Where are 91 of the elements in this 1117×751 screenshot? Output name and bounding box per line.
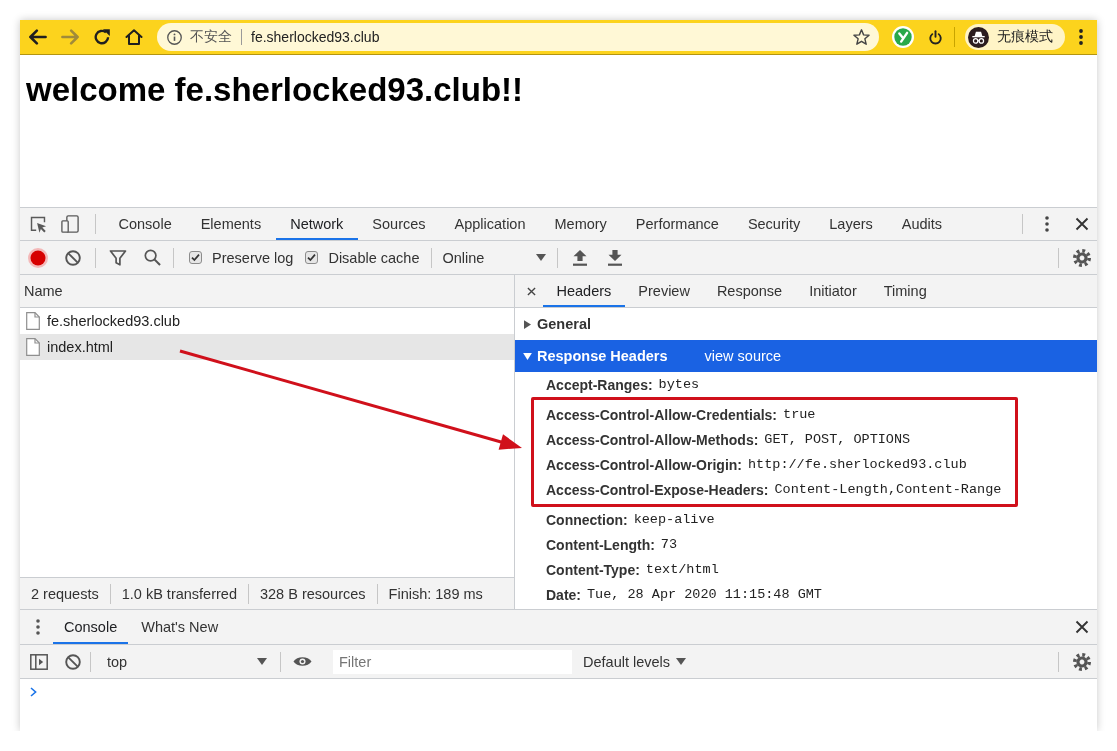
summary-text: 328 B resources (259, 585, 366, 602)
clear-icon[interactable] (65, 653, 81, 670)
detail-tab[interactable]: Preview (624, 275, 704, 307)
devtools-tab[interactable]: Performance (621, 208, 734, 240)
request-row[interactable]: fe.sherlocked93.club (20, 308, 514, 334)
close-icon[interactable] (1075, 620, 1089, 634)
incognito-profile-button[interactable]: 无痕模式 (965, 24, 1065, 50)
header-name: Access-Control-Expose-Headers: (546, 481, 769, 498)
address-bar[interactable]: 不安全 fe.sherlocked93.club (157, 23, 879, 51)
record-icon[interactable] (28, 247, 48, 268)
checkbox[interactable] (189, 251, 202, 264)
more-vertical-icon[interactable] (36, 619, 40, 635)
url-text: fe.sherlocked93.club (251, 29, 380, 45)
detail-tab[interactable]: Timing (870, 275, 941, 307)
section-title[interactable]: Response Headers (537, 348, 668, 364)
filter-field[interactable]: Filter (333, 649, 572, 674)
upload-icon[interactable] (573, 249, 588, 266)
caret-down-icon (257, 658, 267, 665)
header-name: Content-Type: (546, 561, 640, 578)
devtools-tab[interactable]: Application (440, 208, 540, 240)
checkbox[interactable] (305, 251, 319, 264)
header-value: Content-Length,Content-Range (774, 482, 1002, 497)
header-value: bytes (658, 377, 700, 392)
download-icon[interactable] (608, 249, 623, 266)
filter-icon[interactable] (109, 248, 127, 267)
star-icon[interactable] (853, 29, 870, 45)
info-icon[interactable] (167, 29, 182, 45)
header-value: text/html (645, 562, 719, 577)
page-heading: welcome fe.sherlocked93.club!! (26, 71, 524, 109)
security-label: 不安全 (190, 28, 232, 46)
inspect-cursor-icon[interactable] (29, 215, 47, 233)
checkbox-label[interactable]: Preserve log (212, 249, 294, 266)
summary-text: 2 requests (31, 585, 99, 602)
header-value: keep-alive (633, 512, 715, 527)
settings-icon[interactable] (1073, 652, 1091, 671)
checkbox-label[interactable]: Disable cache (328, 249, 420, 266)
header-name: Accept-Ranges: (546, 376, 653, 393)
detail-tab[interactable]: Response (703, 275, 796, 307)
drawer-tab[interactable]: What's New (130, 610, 230, 644)
incognito-icon (968, 26, 989, 48)
header-value: http://fe.sherlocked93.club (748, 457, 967, 472)
header-name: Content-Length: (546, 536, 655, 553)
devtools-tab[interactable]: Memory (540, 208, 622, 240)
devtools-tab[interactable]: Sources (357, 208, 441, 240)
header-name: Date: (546, 586, 581, 603)
detail-tab[interactable]: Initiator (795, 275, 871, 307)
detail-tab[interactable]: Headers (543, 275, 625, 307)
caret-down-icon (676, 658, 687, 665)
header-name: Access-Control-Allow-Origin: (546, 456, 742, 473)
search-icon[interactable] (144, 249, 161, 266)
file-icon (26, 338, 40, 356)
extension-check-icon[interactable] (892, 26, 914, 48)
context-dropdown[interactable]: top (107, 649, 267, 674)
header-value: true (783, 407, 816, 422)
header-name: Access-Control-Allow-Methods: (546, 431, 759, 448)
caret-down-icon (536, 254, 547, 261)
triangle-right-icon[interactable] (524, 319, 531, 329)
more-vertical-icon[interactable] (1079, 29, 1083, 45)
devtools-tab[interactable]: Console (104, 208, 187, 240)
summary-text: 1.0 kB transferred (121, 585, 237, 602)
eye-icon[interactable] (293, 655, 312, 668)
levels-dropdown[interactable]: Default levels (583, 649, 687, 674)
close-icon[interactable] (527, 286, 536, 296)
section-title[interactable]: General (537, 316, 591, 332)
file-icon (26, 312, 40, 330)
devtools-tab[interactable]: Layers (814, 208, 888, 240)
arrow-left-icon[interactable] (29, 29, 47, 45)
header-name: Connection: (546, 511, 628, 528)
header-value: GET, POST, OPTIONS (764, 432, 911, 447)
header-name: Access-Control-Allow-Credentials: (546, 406, 778, 423)
request-row[interactable]: index.html (20, 334, 514, 360)
home-icon[interactable] (125, 29, 143, 45)
device-toggle-icon[interactable] (61, 215, 79, 233)
close-icon[interactable] (1075, 217, 1089, 231)
sidebar-toggle-icon[interactable] (30, 653, 48, 670)
settings-icon[interactable] (1073, 248, 1091, 267)
header-value: Tue, 28 Apr 2020 11:15:48 GMT (587, 587, 822, 602)
power-icon[interactable] (928, 29, 943, 45)
summary-text: Finish: 189 ms (388, 585, 483, 602)
view-source-link[interactable]: view source (704, 348, 782, 364)
more-vertical-icon[interactable] (1045, 216, 1049, 232)
devtools-tab[interactable]: Elements (186, 208, 276, 240)
column-header[interactable]: Name (20, 275, 514, 308)
devtools-tab[interactable]: Security (733, 208, 815, 240)
reload-icon[interactable] (93, 29, 111, 45)
header-value: 73 (660, 537, 678, 552)
clear-icon[interactable] (65, 249, 81, 266)
prompt-chevron-icon[interactable] (30, 687, 37, 697)
devtools-tab[interactable]: Audits (887, 208, 957, 240)
triangle-down-icon[interactable] (523, 352, 532, 360)
throttling-dropdown[interactable]: Online (442, 245, 547, 270)
